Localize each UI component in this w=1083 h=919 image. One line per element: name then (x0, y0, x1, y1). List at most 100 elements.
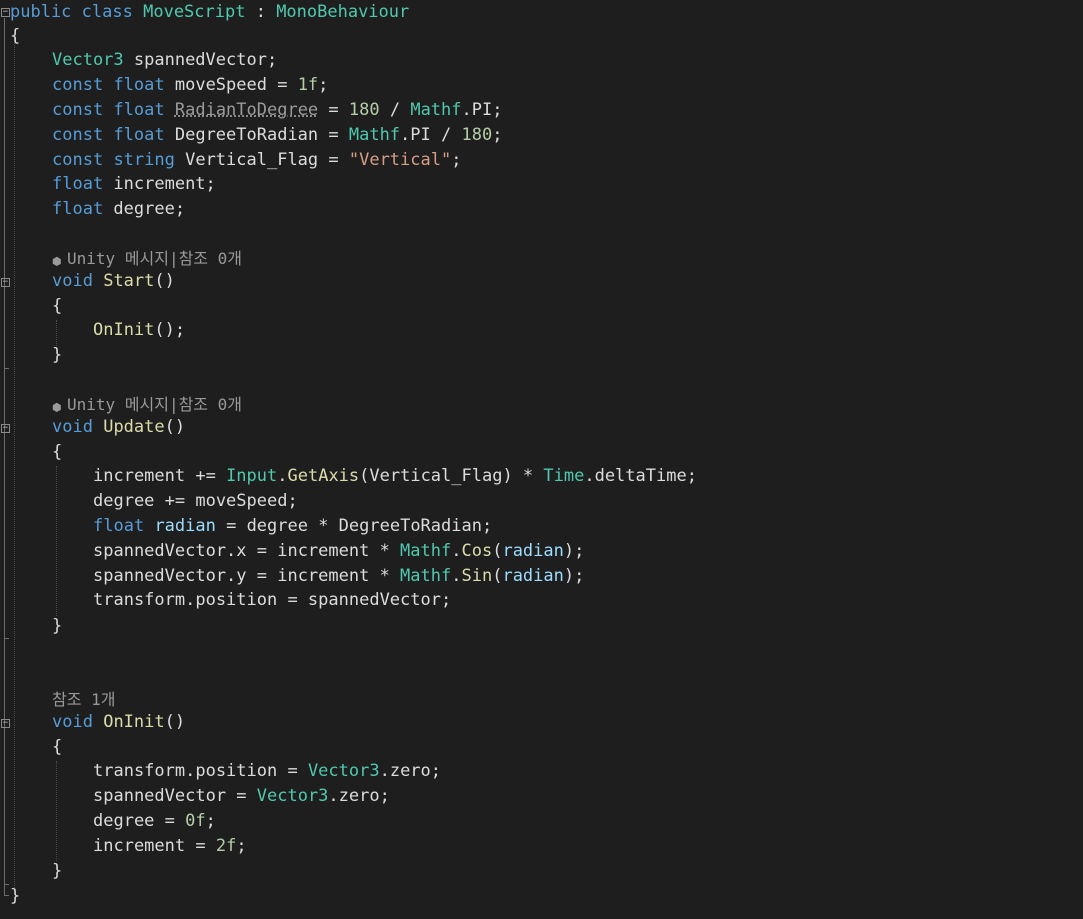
code-line-oninit-open-brace[interactable]: { (52, 735, 62, 759)
keyword-void: void (52, 417, 93, 437)
codelens-oninit[interactable]: 참조 1개 (52, 688, 115, 712)
keyword-float: float (113, 125, 165, 145)
divide-operator: / (379, 100, 411, 120)
collapse-class-icon[interactable]: − (1, 8, 10, 17)
update-fold-line (4, 434, 5, 638)
start-fold-line (4, 288, 5, 368)
code-line-field-degree-to-radian[interactable]: const float DegreeToRadian = Mathf.PI / … (52, 123, 502, 147)
keyword-void: void (52, 712, 93, 732)
method-sin: Sin (461, 566, 493, 586)
field-spanned-vector: spannedVector; (123, 50, 278, 70)
code-line-oninit-close-brace[interactable]: } (52, 859, 62, 883)
code-line-class-open-brace[interactable]: { (10, 24, 20, 48)
type-mathf: Mathf (348, 125, 401, 145)
keyword-const: const (52, 125, 104, 145)
code-line-update-signature[interactable]: void Update() (52, 415, 185, 439)
position-assign: transform.position = spannedVector; (93, 590, 452, 610)
keyword-class: class (81, 2, 133, 22)
number-literal: 0f (185, 811, 206, 831)
method-getaxis: GetAxis (287, 466, 360, 486)
string-literal: "Vertical" (348, 150, 452, 170)
code-line-update-x[interactable]: spannedVector.x = increment * Mathf.Cos(… (93, 539, 584, 563)
code-line-oninit-spanned-vector[interactable]: spannedVector = Vector3.zero; (93, 784, 390, 808)
number-literal: 180 (348, 100, 380, 120)
field-degree-to-radian: DegreeToRadian = (164, 125, 349, 145)
collapse-update-icon[interactable]: − (1, 424, 10, 433)
code-line-class-declaration[interactable]: public class MoveScript : MonoBehaviour (10, 0, 409, 24)
type-mathf: Mathf (410, 100, 462, 120)
code-line-update-increment[interactable]: increment += Input.GetAxis(Vertical_Flag… (93, 464, 697, 488)
class-name: MoveScript (143, 2, 246, 22)
x-assign: spannedVector.x = increment * (93, 541, 401, 561)
code-line-update-position[interactable]: transform.position = spannedVector; (93, 588, 451, 612)
member-pi: .PI / (400, 125, 462, 145)
code-line-update-degree[interactable]: degree += moveSpeed; (93, 489, 298, 513)
update-fold-end (4, 638, 9, 639)
assign-operator: = (318, 100, 349, 120)
keyword-float: float (52, 174, 104, 194)
field-vertical-flag: Vertical_Flag = (174, 150, 349, 170)
code-line-class-close-brace[interactable]: } (10, 884, 20, 908)
code-line-field-degree[interactable]: float degree; (52, 197, 185, 221)
code-line-field-increment[interactable]: float increment; (52, 172, 216, 196)
type-mathf: Mathf (400, 566, 452, 586)
code-line-oninit-position[interactable]: transform.position = Vector3.zero; (93, 759, 441, 783)
keyword-void: void (52, 271, 93, 291)
code-line-field-radian-to-degree[interactable]: const float RadianToDegree = 180 / Mathf… (52, 98, 502, 122)
code-line-update-radian[interactable]: float radian = degree * DegreeToRadian; (93, 514, 492, 538)
close-brace: } (52, 861, 63, 881)
parens: () (154, 271, 175, 291)
type-input: Input (226, 466, 278, 486)
semicolon: ; (205, 811, 216, 831)
spanned-vector-assign: spannedVector = (93, 786, 257, 806)
code-line-update-y[interactable]: spannedVector.y = increment * Mathf.Sin(… (93, 564, 584, 588)
member-zero: .zero; (379, 761, 442, 781)
code-line-start-signature[interactable]: void Start() (52, 269, 175, 293)
code-line-start-open-brace[interactable]: { (52, 294, 62, 318)
code-line-start-close-brace[interactable]: } (52, 343, 62, 367)
dot: . (451, 566, 462, 586)
collapse-start-icon[interactable]: − (1, 278, 10, 287)
collapse-oninit-icon[interactable]: − (1, 719, 10, 728)
code-line-field-spanned-vector[interactable]: Vector3 spannedVector; (52, 48, 277, 72)
start-fold-end (4, 368, 9, 369)
unity-cube-icon: ⬢ (52, 255, 62, 268)
code-line-update-close-brace[interactable]: } (52, 614, 62, 638)
code-editor[interactable]: − − − − public class MoveScript : MonoBe… (0, 0, 1083, 919)
codelens-start[interactable]: ⬢ Unity 메시지|참조 0개 (52, 247, 242, 271)
field-degree: degree; (103, 199, 186, 219)
indent-guide-update (56, 466, 57, 616)
codelens-update-text: Unity 메시지|참조 0개 (67, 395, 243, 414)
paren-close: ); (563, 541, 585, 561)
code-line-oninit-signature[interactable]: void OnInit() (52, 710, 185, 734)
semicolon: ; (236, 836, 247, 856)
open-brace: { (52, 737, 63, 757)
method-name-oninit: OnInit (103, 712, 165, 732)
oninit-fold-line (4, 729, 5, 884)
code-line-oninit-degree[interactable]: degree = 0f; (93, 809, 216, 833)
codelens-update[interactable]: ⬢ Unity 메시지|참조 0개 (52, 393, 242, 417)
codelens-oninit-text: 참조 1개 (52, 690, 116, 709)
degree-assign: degree += moveSpeed; (93, 491, 298, 511)
code-line-update-open-brace[interactable]: { (52, 440, 62, 464)
codelens-start-text: Unity 메시지|참조 0개 (67, 249, 243, 268)
keyword-float: float (113, 100, 165, 120)
code-line-start-call-oninit[interactable]: OnInit(); (93, 318, 185, 342)
type-mathf: Mathf (400, 541, 452, 561)
close-brace: } (52, 616, 63, 636)
member-zero: .zero; (328, 786, 390, 806)
type-vector3: Vector3 (52, 50, 124, 70)
keyword-string: string (113, 150, 175, 170)
code-line-field-vertical-flag[interactable]: const string Vertical_Flag = "Vertical"; (52, 148, 461, 172)
method-cos: Cos (461, 541, 493, 561)
arg-radian: radian (502, 566, 564, 586)
paren-open: ( (492, 566, 503, 586)
radian-assign: = degree * DegreeToRadian; (215, 516, 493, 536)
code-line-oninit-increment[interactable]: increment = 2f; (93, 834, 247, 858)
keyword-public: public (10, 2, 72, 22)
code-line-field-move-speed[interactable]: const float moveSpeed = 1f; (52, 73, 328, 97)
field-move-speed: moveSpeed = (164, 75, 298, 95)
semicolon: ; (492, 125, 503, 145)
dot: . (451, 541, 462, 561)
type-vector3: Vector3 (256, 786, 329, 806)
